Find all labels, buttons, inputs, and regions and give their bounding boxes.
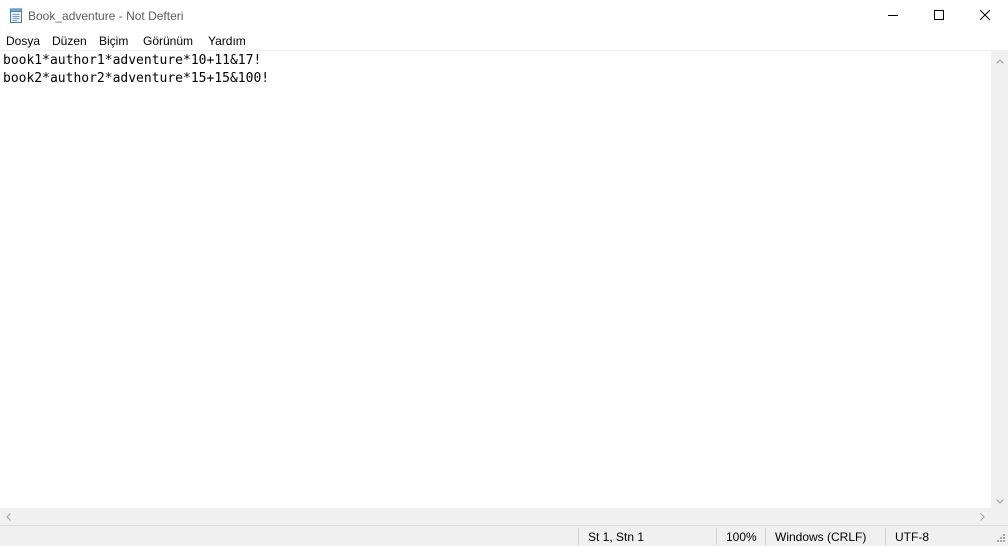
scroll-left-button[interactable] xyxy=(0,508,17,525)
editor-line: book2*author2*adventure*15+15&100! xyxy=(3,71,270,86)
notepad-window: Book_adventure - Not Defteri Dosya Düzen… xyxy=(0,0,1008,546)
line-ending: Windows (CRLF) xyxy=(775,530,867,544)
chevron-left-icon xyxy=(6,510,11,524)
window-title: Book_adventure - Not Defteri xyxy=(28,9,184,23)
chevron-down-icon xyxy=(995,493,1004,507)
chevron-up-icon xyxy=(995,53,1004,67)
vertical-scrollbar[interactable] xyxy=(991,51,1008,508)
notepad-icon[interactable] xyxy=(8,8,24,24)
menu-item-bicim[interactable]: Biçim xyxy=(99,32,128,51)
horizontal-scrollbar[interactable] xyxy=(0,508,991,525)
title-bar[interactable]: Book_adventure - Not Defteri xyxy=(0,0,1008,32)
cursor-position: St 1, Stn 1 xyxy=(588,530,645,544)
scroll-up-button[interactable] xyxy=(991,51,1008,68)
scroll-right-button[interactable] xyxy=(974,508,991,525)
menu-item-yardim[interactable]: Yardım xyxy=(208,32,246,51)
chevron-right-icon xyxy=(980,510,985,524)
scroll-down-button[interactable] xyxy=(991,491,1008,508)
status-bar: St 1, Stn 1 100% Windows (CRLF) UTF-8 xyxy=(0,525,1008,546)
scrollbar-corner xyxy=(991,508,1008,525)
close-icon xyxy=(979,9,991,23)
menu-bar: Dosya Düzen Biçim Görünüm Yardım xyxy=(0,32,1008,51)
maximize-button[interactable] xyxy=(916,0,962,32)
close-button[interactable] xyxy=(962,0,1008,32)
menu-item-dosya[interactable]: Dosya xyxy=(6,32,40,51)
minimize-icon xyxy=(888,9,898,23)
menu-item-duzen[interactable]: Düzen xyxy=(52,32,87,51)
text-editor[interactable]: book1*author1*adventure*10+11&17! book2*… xyxy=(0,51,991,508)
resize-grip-icon[interactable] xyxy=(994,531,1006,543)
editor-line: book1*author1*adventure*10+11&17! xyxy=(3,53,262,68)
encoding: UTF-8 xyxy=(895,530,929,544)
minimize-button[interactable] xyxy=(870,0,916,32)
menu-item-gorunum[interactable]: Görünüm xyxy=(143,32,193,51)
zoom-level: 100% xyxy=(726,530,757,544)
maximize-icon xyxy=(934,9,944,23)
